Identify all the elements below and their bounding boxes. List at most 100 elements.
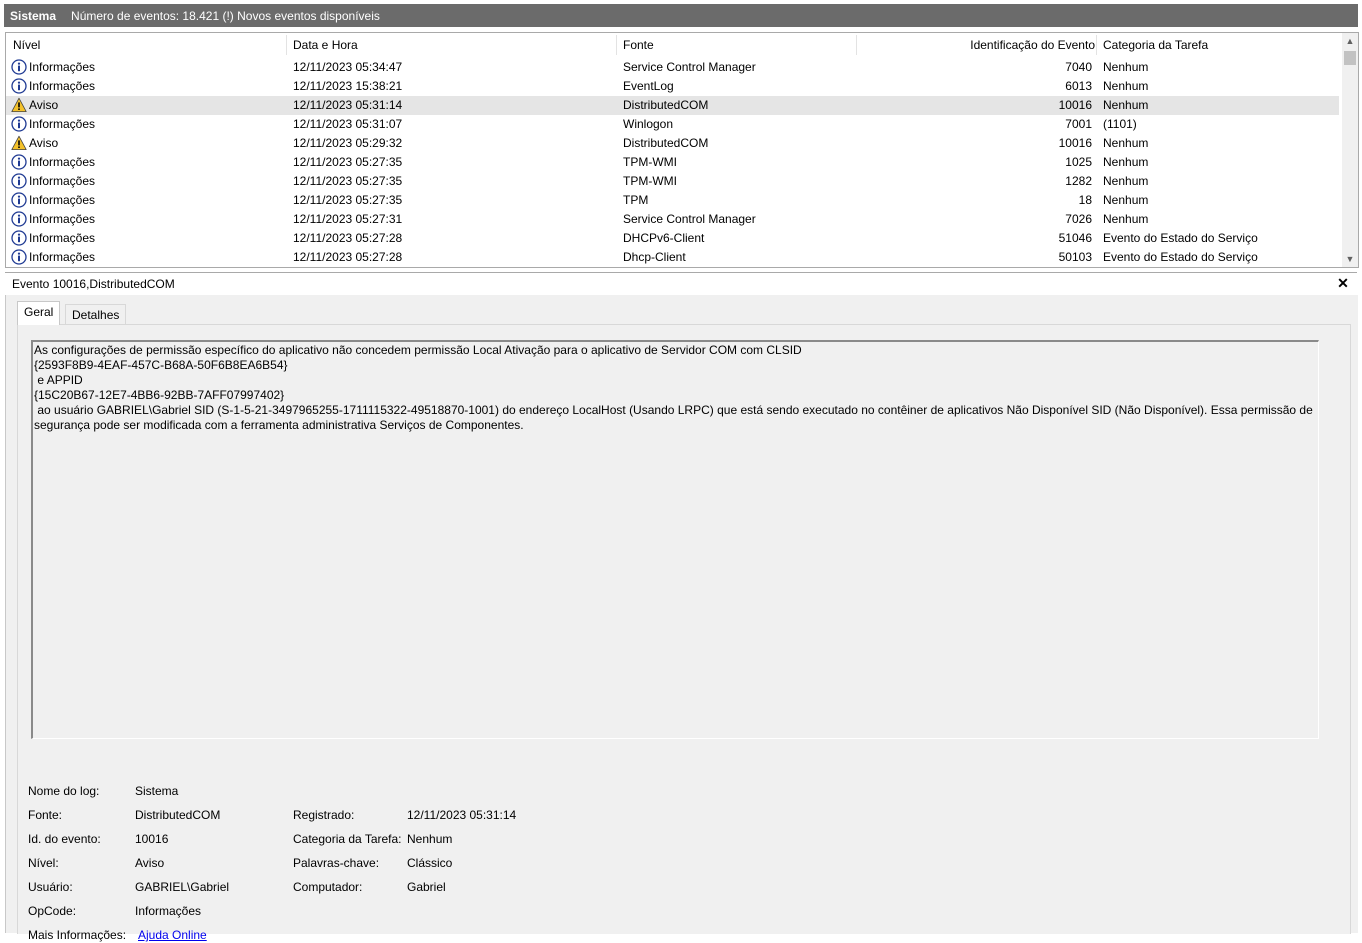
event-date: 12/11/2023 05:27:28 (293, 231, 403, 245)
log-header-bar: Sistema Número de eventos: 18.421 (!) No… (4, 4, 1358, 27)
message-line: As configurações de permissão específico… (34, 343, 802, 357)
event-row[interactable]: Aviso 12/11/2023 05:29:32 DistributedCOM 10… (6, 134, 1339, 153)
event-row[interactable]: Informações 12/11/2023 05:31:07 Winlogon 70… (6, 115, 1339, 134)
event-category: (1101) (1103, 117, 1137, 131)
event-id-label: Id. do evento: (28, 832, 101, 846)
online-help-link[interactable]: Ajuda Online (138, 927, 207, 943)
scroll-down-icon[interactable]: ▼ (1342, 251, 1358, 267)
column-divider[interactable] (856, 35, 857, 55)
event-category: Evento do Estado do Serviço (1103, 250, 1258, 264)
event-source: DistributedCOM (623, 98, 709, 112)
event-id: 6013 (1065, 79, 1092, 93)
event-category: Nenhum (1103, 60, 1149, 74)
task-category-value: Nenhum (407, 832, 453, 846)
column-header-level[interactable]: Nível (13, 33, 40, 55)
level-label: Nível: (28, 856, 59, 870)
tab-general[interactable]: Geral (17, 301, 61, 325)
event-source: Service Control Manager (623, 212, 756, 226)
event-source: Dhcp-Client (623, 250, 686, 264)
warning-icon (11, 97, 27, 113)
event-count-info: Número de eventos: 18.421 (!) Novos even… (71, 8, 380, 23)
event-source: TPM (623, 193, 649, 207)
event-level: Informações (29, 117, 96, 131)
event-level: Aviso (29, 98, 59, 112)
event-category: Evento do Estado do Serviço (1103, 231, 1258, 245)
log-name: Sistema (10, 8, 57, 23)
more-info-label: Mais Informações: (28, 928, 127, 942)
scroll-up-icon[interactable]: ▲ (1342, 33, 1358, 49)
event-category: Nenhum (1103, 212, 1149, 226)
event-source: Winlogon (623, 117, 674, 131)
info-icon (11, 230, 27, 246)
event-id: 7040 (1065, 60, 1092, 74)
event-id: 10016 (1058, 98, 1092, 112)
event-list-scrollbar[interactable]: ▲ ▼ (1342, 33, 1358, 267)
event-id: 1025 (1065, 155, 1092, 169)
event-rows: Informações 12/11/2023 05:34:47 Service Co… (6, 58, 1339, 267)
event-row[interactable]: Informações 12/11/2023 05:27:35 TPM-WMI 102… (6, 153, 1339, 172)
column-divider[interactable] (616, 35, 617, 55)
event-level: Informações (29, 212, 96, 226)
logged-value: 12/11/2023 05:31:14 (407, 808, 517, 822)
column-header-event-id[interactable]: Identificação do Evento (970, 33, 1095, 55)
event-id: 1282 (1065, 174, 1092, 188)
event-category: Nenhum (1103, 155, 1149, 169)
column-header-category[interactable]: Categoria da Tarefa (1103, 33, 1208, 55)
event-level: Informações (29, 79, 96, 93)
event-id-value: 10016 (135, 832, 169, 846)
event-date: 12/11/2023 05:29:32 (293, 136, 403, 150)
column-header-source[interactable]: Fonte (623, 33, 654, 55)
event-date: 12/11/2023 05:27:35 (293, 193, 403, 207)
message-line: {2593F8B9-4EAF-457C-B68A-50F6B8EA6B54} (34, 358, 288, 372)
event-id: 50103 (1058, 250, 1092, 264)
event-date: 12/11/2023 05:31:14 (293, 98, 403, 112)
event-source: DistributedCOM (623, 136, 709, 150)
event-list[interactable]: Nível Data e Hora Fonte Identificação do… (5, 32, 1359, 268)
event-message[interactable]: As configurações de permissão específico… (31, 340, 1319, 739)
event-row[interactable]: Informações 12/11/2023 05:27:35 TPM-WMI 128… (6, 172, 1339, 191)
event-row[interactable]: Informações 12/11/2023 15:38:21 EventLog 60… (6, 77, 1339, 96)
message-line: e APPID (34, 373, 83, 387)
keywords-value: Clássico (407, 856, 453, 870)
event-category: Nenhum (1103, 136, 1149, 150)
event-category: Nenhum (1103, 98, 1149, 112)
event-date: 12/11/2023 15:38:21 (293, 79, 403, 93)
event-row[interactable]: Informações 12/11/2023 05:27:31 Service Co… (6, 210, 1339, 229)
event-date: 12/11/2023 05:27:35 (293, 174, 403, 188)
opcode-value: Informações (135, 904, 202, 918)
event-category: Nenhum (1103, 79, 1149, 93)
event-date: 12/11/2023 05:27:31 (293, 212, 403, 226)
event-level: Informações (29, 174, 96, 188)
task-category-label: Categoria da Tarefa: (293, 832, 402, 846)
info-icon (11, 173, 27, 189)
event-row[interactable]: Informações 12/11/2023 05:27:35 TPM 18 Nenhu… (6, 191, 1339, 210)
event-row-selected[interactable]: Aviso 12/11/2023 05:31:14 DistributedCOM 10… (6, 96, 1339, 115)
event-id: 18 (1078, 193, 1092, 207)
event-id: 7001 (1065, 117, 1092, 131)
event-row[interactable]: Informações 12/11/2023 05:34:47 Service Co… (6, 58, 1339, 77)
event-source: DHCPv6-Client (623, 231, 705, 245)
column-divider[interactable] (1096, 35, 1097, 55)
message-line: {15C20B67-12E7-4BB6-92BB-7AFF07997402} (34, 388, 285, 402)
source-label: Fonte: (28, 808, 63, 822)
scroll-thumb[interactable] (1344, 51, 1356, 65)
tab-details[interactable]: Detalhes (65, 304, 127, 325)
event-id: 51046 (1058, 231, 1092, 245)
column-divider[interactable] (286, 35, 287, 55)
event-date: 12/11/2023 05:31:07 (293, 117, 403, 131)
info-icon (11, 78, 27, 94)
event-category: Nenhum (1103, 174, 1149, 188)
event-source: EventLog (623, 79, 674, 93)
info-icon (11, 116, 27, 132)
info-icon (11, 211, 27, 227)
close-icon[interactable]: ✕ (1335, 275, 1351, 291)
event-id: 10016 (1058, 136, 1092, 150)
event-row[interactable]: Informações 12/11/2023 05:27:28 DHCPv6-Cli… (6, 229, 1339, 248)
log-name-value: Sistema (135, 784, 179, 798)
user-value: GABRIEL\Gabriel (135, 880, 230, 894)
computer-value: Gabriel (407, 880, 446, 894)
event-row[interactable]: Informações 12/11/2023 05:27:28 Dhcp-Clien… (6, 248, 1339, 267)
event-date: 12/11/2023 05:27:35 (293, 155, 403, 169)
event-detail-header: Evento 10016,DistributedCOM ✕ (5, 272, 1357, 295)
column-header-date[interactable]: Data e Hora (293, 33, 358, 55)
